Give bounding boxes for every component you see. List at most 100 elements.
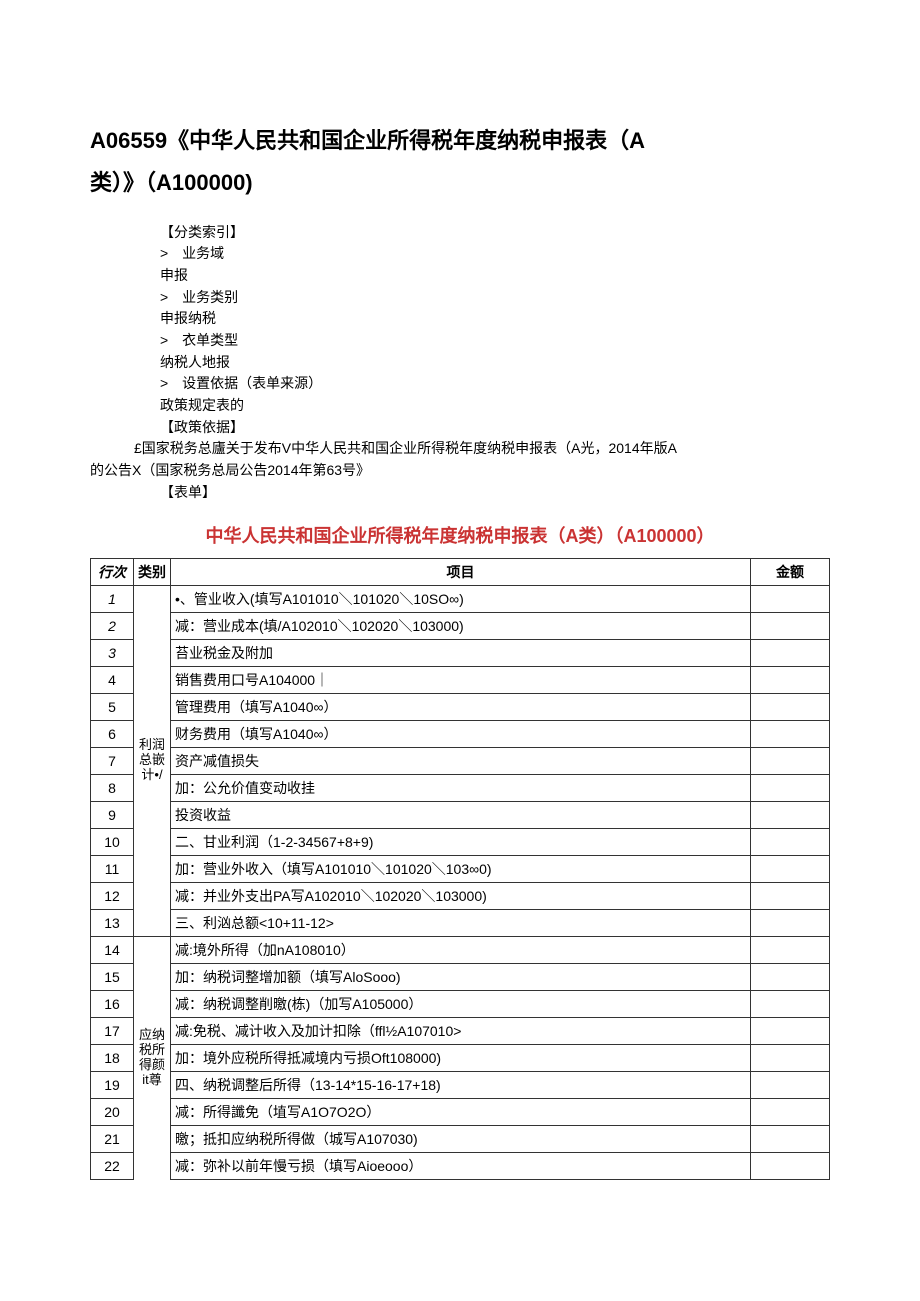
row-item: 二、甘业利润（1-2-34567+8+9)	[171, 828, 751, 855]
row-amount	[751, 801, 830, 828]
row-index: 5	[91, 693, 134, 720]
table-header-row: 行次 类别 项目 金额	[91, 558, 830, 585]
row-amount	[751, 1125, 830, 1152]
meta-form-type-value: 纳税人地报	[160, 352, 830, 374]
title-line-2: 类）》（A100000)	[90, 170, 253, 195]
row-amount	[751, 774, 830, 801]
row-index: 20	[91, 1098, 134, 1125]
row-amount	[751, 585, 830, 612]
row-item: •、管业收入(填写A101010＼101020＼10SO∞)	[171, 585, 751, 612]
row-item: 加：境外应税所得抵减境内亏损Oft108000)	[171, 1044, 751, 1071]
row-index: 3	[91, 639, 134, 666]
row-index: 4	[91, 666, 134, 693]
row-index: 21	[91, 1125, 134, 1152]
row-index: 12	[91, 882, 134, 909]
row-amount	[751, 1044, 830, 1071]
row-index: 15	[91, 963, 134, 990]
row-item: 减：弥补以前年慢亏损（填写Aioeooo）	[171, 1152, 751, 1179]
table-row: 18 加：境外应税所得抵减境内亏损Oft108000)	[91, 1044, 830, 1071]
category-profit: 利润总嵌计•/	[134, 585, 171, 936]
row-index: 10	[91, 828, 134, 855]
policy-block: £国家税务总廬关于发布V中华人民共和国企业所得税年度纳税申报表（A光，2014年…	[90, 438, 830, 481]
table-title: 中华人民共和国企业所得税年度纳税申报表（A类）（A100000）	[90, 522, 830, 548]
row-item: 加：公允价值变动收挂	[171, 774, 751, 801]
table-row: 11 加：营业外收入（填写A101010＼101020＼103∞0)	[91, 855, 830, 882]
row-index: 17	[91, 1017, 134, 1044]
row-amount	[751, 990, 830, 1017]
policy-body-1: £国家税务总廬关于发布V中华人民共和国企业所得税年度纳税申报表（A光，2014年…	[90, 438, 830, 460]
meta-business-type-value: 申报纳税	[160, 308, 830, 330]
header-rownum: 行次	[91, 558, 134, 585]
row-amount	[751, 693, 830, 720]
row-index: 9	[91, 801, 134, 828]
row-item: 管理费用（填写A1040∞）	[171, 693, 751, 720]
row-amount	[751, 1152, 830, 1179]
header-item: 项目	[171, 558, 751, 585]
row-index: 2	[91, 612, 134, 639]
row-item: 财务费用（填写A1040∞）	[171, 720, 751, 747]
row-amount	[751, 720, 830, 747]
row-amount	[751, 1071, 830, 1098]
row-amount	[751, 666, 830, 693]
index-label: 【分类索引】	[160, 222, 830, 244]
table-row: 21 曒；抵扣应纳税所得做（城写A107030)	[91, 1125, 830, 1152]
table-row: 12 减：并业外支出PA写A102010＼102020＼103000)	[91, 882, 830, 909]
table-row: 22 减：弥补以前年慢亏损（填写Aioeooo）	[91, 1152, 830, 1179]
table-row: 1 利润总嵌计•/ •、管业收入(填写A101010＼101020＼10SO∞)	[91, 585, 830, 612]
table-row: 4 销售费用口号A104000｜	[91, 666, 830, 693]
row-index: 11	[91, 855, 134, 882]
table-row: 6 财务费用（填写A1040∞）	[91, 720, 830, 747]
row-index: 19	[91, 1071, 134, 1098]
row-amount	[751, 1098, 830, 1125]
row-item: 加：营业外收入（填写A101010＼101020＼103∞0)	[171, 855, 751, 882]
row-amount	[751, 963, 830, 990]
table-row: 13 三、利汹总额<10+11-12>	[91, 909, 830, 936]
row-item: 减:免税、减计收入及加计扣除（ffl½A107010>	[171, 1017, 751, 1044]
row-amount	[751, 1017, 830, 1044]
title-line-1: A06559《中华人民共和国企业所得税年度纳税申报表（A	[90, 128, 645, 153]
row-index: 14	[91, 936, 134, 963]
table-row: 15 加：纳税词整增加额（填写AloSooo)	[91, 963, 830, 990]
table-row: 20 减：所得讖免（埴写A1O7O2O）	[91, 1098, 830, 1125]
meta-basis-arrow: > 设置依据（表单来源）	[160, 373, 830, 395]
row-item: 资产减值损失	[171, 747, 751, 774]
category-taxable: 应纳税所得颜it尊	[134, 936, 171, 1179]
tax-table: 行次 类别 项目 金额 1 利润总嵌计•/ •、管业收入(填写A101010＼1…	[90, 558, 830, 1180]
row-item: 三、利汹总额<10+11-12>	[171, 909, 751, 936]
row-item: 减：所得讖免（埴写A1O7O2O）	[171, 1098, 751, 1125]
row-item: 四、纳税调整后所得（13-14*15-16-17+18)	[171, 1071, 751, 1098]
row-amount	[751, 612, 830, 639]
row-amount	[751, 882, 830, 909]
row-amount	[751, 909, 830, 936]
table-row: 3 苔业税金及附加	[91, 639, 830, 666]
row-amount	[751, 828, 830, 855]
table-row: 14 应纳税所得颜it尊 减:境外所得（加nA108010）	[91, 936, 830, 963]
meta-business-domain-arrow: > 业务域	[160, 243, 830, 265]
table-row: 19 四、纳税调整后所得（13-14*15-16-17+18)	[91, 1071, 830, 1098]
row-index: 6	[91, 720, 134, 747]
table-row: 9 投资收益	[91, 801, 830, 828]
row-item: 减：纳税调整削曒(栋)（加写A105000）	[171, 990, 751, 1017]
row-amount	[751, 936, 830, 963]
row-item: 曒；抵扣应纳税所得做（城写A107030)	[171, 1125, 751, 1152]
meta-block: 【分类索引】 > 业务域 申报 > 业务类别 申报纳税 > 衣单类型 纳税人地报…	[160, 222, 830, 439]
meta-business-domain-value: 申报	[160, 265, 830, 287]
table-row: 17 减:免税、减计收入及加计扣除（ffl½A107010>	[91, 1017, 830, 1044]
row-index: 18	[91, 1044, 134, 1071]
table-row: 5 管理费用（填写A1040∞）	[91, 693, 830, 720]
row-item: 减：并业外支出PA写A102010＼102020＼103000)	[171, 882, 751, 909]
policy-label: 【政策依据】	[160, 417, 830, 439]
table-row: 7 资产减值损失	[91, 747, 830, 774]
meta-business-type-arrow: > 业务类别	[160, 287, 830, 309]
header-amount: 金额	[751, 558, 830, 585]
table-row: 10 二、甘业利润（1-2-34567+8+9)	[91, 828, 830, 855]
row-item: 减：营业成本(填/A102010＼102020＼103000)	[171, 612, 751, 639]
row-item: 苔业税金及附加	[171, 639, 751, 666]
row-item: 销售费用口号A104000｜	[171, 666, 751, 693]
meta-form-type-arrow: > 衣单类型	[160, 330, 830, 352]
form-label-block: 【表单】	[160, 482, 830, 504]
row-index: 1	[91, 585, 134, 612]
row-index: 13	[91, 909, 134, 936]
table-row: 8 加：公允价值变动收挂	[91, 774, 830, 801]
form-label: 【表单】	[160, 482, 830, 504]
